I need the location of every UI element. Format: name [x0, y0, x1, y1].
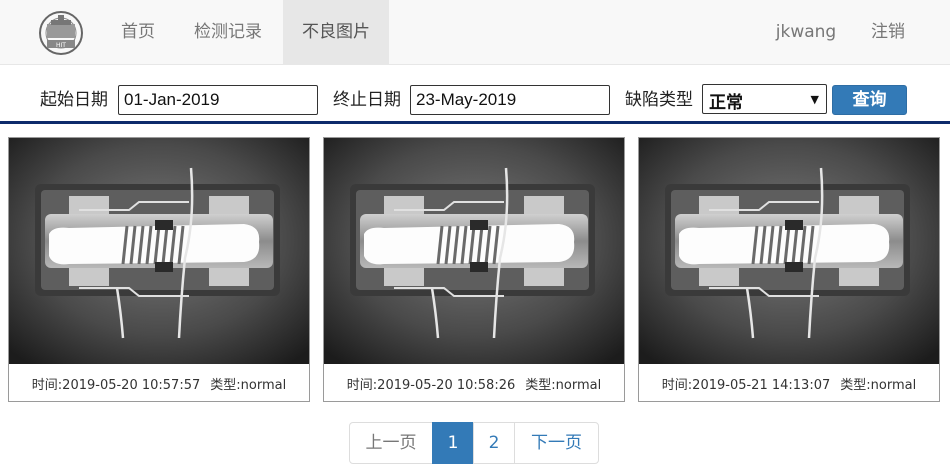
image-caption: 时间:2019-05-21 14:13:07 类型:normal [639, 374, 939, 393]
image-card[interactable]: 时间:2019-05-21 14:13:07 类型:normal [638, 137, 940, 402]
hit-logo[interactable]: HIT [34, 10, 88, 56]
image-card[interactable]: 时间:2019-05-20 10:57:57 类型:normal [8, 137, 310, 402]
query-button[interactable]: 查询 [832, 85, 907, 115]
navbar: HIT 首页 检测记录 不良图片 jkwang 注销 [0, 0, 950, 65]
defect-image[interactable] [639, 138, 939, 364]
defect-type-label: 缺陷类型 [625, 90, 693, 110]
nav-home[interactable]: 首页 [103, 0, 173, 64]
defect-image[interactable] [324, 138, 624, 364]
end-date-input[interactable] [410, 85, 610, 115]
image-time: 时间:2019-05-20 10:58:26 [346, 378, 516, 393]
image-type: 类型:normal [840, 378, 917, 393]
filter-bar: 起始日期 终止日期 缺陷类型 正常 ▼ 查询 [0, 66, 950, 122]
defect-image[interactable] [9, 138, 309, 364]
nav-bad-images[interactable]: 不良图片 [283, 0, 389, 64]
image-type: 类型:normal [525, 378, 602, 393]
end-date-label: 终止日期 [333, 90, 401, 110]
page-1-button[interactable]: 1 [432, 422, 474, 464]
nav-username[interactable]: jkwang [768, 0, 844, 64]
image-caption: 时间:2019-05-20 10:57:57 类型:normal [9, 374, 309, 393]
start-date-input[interactable] [118, 85, 318, 115]
nav-records[interactable]: 检测记录 [178, 0, 278, 64]
image-card[interactable]: 时间:2019-05-20 10:58:26 类型:normal [323, 137, 625, 402]
image-caption: 时间:2019-05-20 10:58:26 类型:normal [324, 374, 624, 393]
page-2-button[interactable]: 2 [473, 422, 515, 464]
image-time: 时间:2019-05-21 14:13:07 [661, 378, 831, 393]
prev-page-button[interactable]: 上一页 [349, 422, 433, 464]
start-date-label: 起始日期 [40, 90, 108, 110]
image-type: 类型:normal [210, 378, 287, 393]
header-divider [0, 121, 950, 124]
pagination: 上一页 1 2 下一页 [349, 422, 599, 464]
defect-type-select[interactable]: 正常 ▼ [702, 84, 827, 114]
image-time: 时间:2019-05-20 10:57:57 [31, 378, 201, 393]
defect-type-value: 正常 [709, 93, 743, 113]
next-page-button[interactable]: 下一页 [514, 422, 599, 464]
nav-logout[interactable]: 注销 [858, 0, 918, 64]
svg-text:HIT: HIT [56, 42, 66, 49]
chevron-down-icon: ▼ [810, 93, 819, 106]
